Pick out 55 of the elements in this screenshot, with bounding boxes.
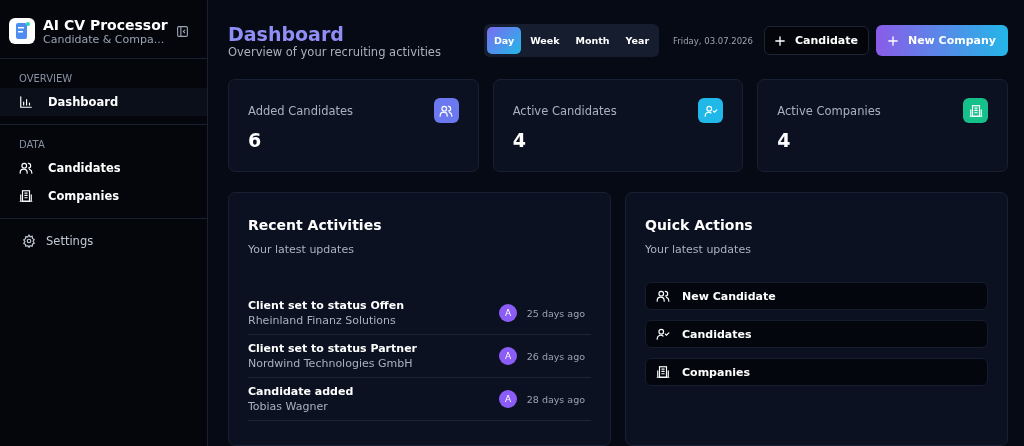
quick-action-button[interactable]: Candidates	[645, 320, 988, 348]
section-heading: OVERVIEW	[18, 73, 74, 86]
nav-item[interactable]: Candidates	[0, 154, 207, 182]
activity-detail: Nordwind Technologies GmbH	[248, 357, 414, 370]
activity-time: 28 days ago	[525, 393, 585, 405]
activity-title: Client set to status Partner	[248, 342, 419, 355]
stat-value: 6	[248, 129, 263, 151]
quick-action-button[interactable]: New Candidate	[645, 282, 988, 310]
section-heading: DATA	[18, 139, 46, 152]
avatar: A	[499, 390, 517, 408]
range-tab[interactable]: Week	[523, 27, 567, 54]
building-icon	[968, 103, 983, 118]
activity-detail: Rheinland Finanz Solutions	[248, 314, 397, 327]
range-tab[interactable]: Month	[568, 27, 617, 54]
stat-label: Active Companies	[777, 103, 881, 118]
avatar: A	[499, 304, 517, 322]
app-title: AI CV Processor	[43, 16, 168, 33]
user-check-icon	[703, 103, 718, 118]
date-label: Friday, 03.07.2026	[673, 35, 753, 46]
settings-nav-item[interactable]: Settings	[0, 227, 113, 255]
panel-title: Recent Activities	[248, 217, 383, 233]
panel-subtitle: Your latest updates	[645, 243, 752, 256]
page-subtitle: Overview of your recruiting activities	[228, 44, 442, 59]
stat-label: Added Candidates	[248, 103, 354, 118]
avatar: A	[499, 347, 517, 365]
range-tab[interactable]: Year	[618, 27, 657, 54]
activity-time: 25 days ago	[525, 307, 585, 319]
nav-item[interactable]: Companies	[0, 182, 207, 210]
building-icon	[656, 365, 670, 379]
app-logo-icon	[9, 18, 35, 44]
users-icon	[656, 289, 670, 303]
collapse-sidebar-icon[interactable]	[176, 24, 189, 38]
activity-title: Client set to status Offen	[248, 299, 405, 312]
app-subtitle: Candidate & Compa...	[43, 32, 166, 46]
plus-icon	[887, 35, 898, 46]
stat-value: 4	[512, 129, 527, 151]
add-candidate-button[interactable]: Candidate	[763, 26, 869, 55]
stat-value: 4	[777, 129, 792, 151]
users-icon	[439, 103, 454, 118]
panel-title: Quick Actions	[645, 217, 754, 233]
settings-icon	[22, 234, 36, 248]
users-icon	[19, 161, 33, 175]
new-company-button[interactable]: New Company	[875, 25, 1008, 56]
building-icon	[19, 189, 33, 203]
stat-label: Active Candidates	[512, 103, 617, 118]
activity-title: Candidate added	[248, 385, 355, 398]
quick-action-button[interactable]: Companies	[645, 358, 988, 386]
plus-icon	[774, 35, 785, 46]
bar-chart-icon	[19, 95, 33, 109]
panel-subtitle: Your latest updates	[248, 243, 355, 256]
nav-item[interactable]: Dashboard	[0, 88, 207, 116]
page-title: Dashboard	[228, 22, 345, 45]
activity-time: 26 days ago	[525, 350, 585, 362]
activity-detail: Tobias Wagner	[248, 400, 329, 413]
user-check-icon	[656, 327, 670, 341]
